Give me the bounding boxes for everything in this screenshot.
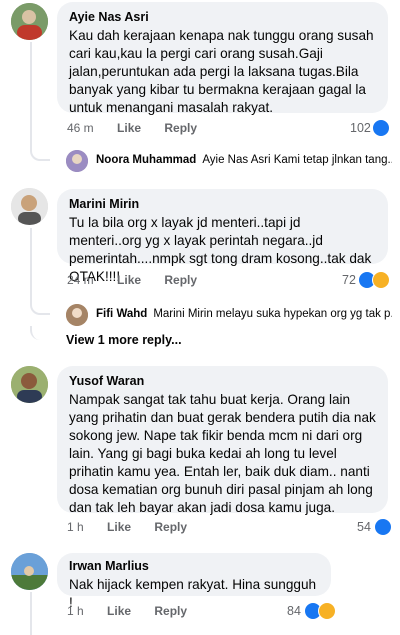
reply-button[interactable]: Reply	[154, 520, 187, 534]
reply-author: Noora Muhammad	[96, 154, 197, 166]
thread-connector	[30, 326, 50, 340]
reply-button[interactable]: Reply	[164, 273, 197, 287]
avatar-image	[11, 188, 48, 225]
thread-line	[30, 592, 32, 635]
reply-avatar[interactable]	[66, 150, 88, 172]
comment-time[interactable]: 24 m	[67, 273, 94, 287]
reply-button[interactable]: Reply	[154, 604, 187, 618]
comment-actions: 1 h Like Reply	[67, 520, 207, 534]
comment-author[interactable]: Marini Mirin	[69, 197, 376, 212]
reaction-count[interactable]: 54	[357, 520, 371, 534]
like-button[interactable]: Like	[117, 121, 141, 135]
thread-line	[30, 42, 32, 145]
reply-preview[interactable]: Fifi Wahd Marini Mirin melayu suka hypeka…	[96, 308, 392, 320]
avatar[interactable]	[11, 188, 48, 225]
haha-reaction-icon	[372, 271, 390, 289]
comment-text: Nampak sangat tak tahu buat kerja. Orang…	[69, 392, 376, 515]
comment-time[interactable]: 1 h	[67, 520, 84, 534]
avatar-image	[11, 3, 48, 40]
comment-bubble: Yusof Waran Nampak sangat tak tahu buat …	[57, 366, 388, 515]
reply-avatar-image	[66, 304, 88, 326]
comment-bubble: Marini Mirin Tu la bila org x layak jd m…	[57, 189, 388, 284]
comment-actions: 24 m Like Reply	[67, 273, 217, 287]
comment-actions: 1 h Like Reply	[67, 604, 207, 618]
like-reaction-icon	[374, 518, 392, 536]
thread-connector	[30, 145, 50, 161]
reply-preview[interactable]: Noora Muhammad Ayie Nas Asri Kami tetap j…	[96, 154, 392, 166]
comment-bubble: Irwan Marlius Nak hijack kempen rakyat. …	[57, 553, 331, 610]
comment-actions: 46 m Like Reply	[67, 121, 217, 135]
reaction-count[interactable]: 102	[350, 121, 371, 135]
comment-text: Kau dah kerajaan kenapa nak tunggu orang…	[69, 28, 374, 115]
thread-connector	[30, 299, 50, 315]
avatar[interactable]	[11, 366, 48, 403]
comment-author[interactable]: Irwan Marlius	[69, 559, 319, 574]
avatar[interactable]	[11, 553, 48, 590]
reply-text: Marini Mirin melayu suka hypekan org yg …	[153, 308, 392, 320]
reply-button[interactable]: Reply	[164, 121, 197, 135]
avatar-image	[11, 553, 48, 590]
avatar-image	[11, 366, 48, 403]
comment-bubble: Ayie Nas Asri Kau dah kerajaan kenapa na…	[57, 2, 388, 115]
reply-author: Fifi Wahd	[96, 308, 148, 320]
like-button[interactable]: Like	[117, 273, 141, 287]
reaction-count[interactable]: 72	[342, 273, 356, 287]
haha-reaction-icon	[318, 602, 336, 620]
thread-line	[30, 228, 32, 299]
comment-author[interactable]: Yusof Waran	[69, 374, 376, 389]
like-reaction-icon	[372, 119, 390, 137]
avatar[interactable]	[11, 3, 48, 40]
reply-text: Ayie Nas Asri Kami tetap jlnkan tang...	[202, 154, 392, 166]
like-button[interactable]: Like	[107, 520, 131, 534]
comment-time[interactable]: 46 m	[67, 121, 94, 135]
view-more-replies-link[interactable]: View 1 more reply...	[66, 333, 182, 347]
comment-time[interactable]: 1 h	[67, 604, 84, 618]
like-button[interactable]: Like	[107, 604, 131, 618]
reply-avatar-image	[66, 150, 88, 172]
comment-author[interactable]: Ayie Nas Asri	[69, 10, 376, 25]
reaction-count[interactable]: 84	[287, 604, 301, 618]
reply-avatar[interactable]	[66, 304, 88, 326]
